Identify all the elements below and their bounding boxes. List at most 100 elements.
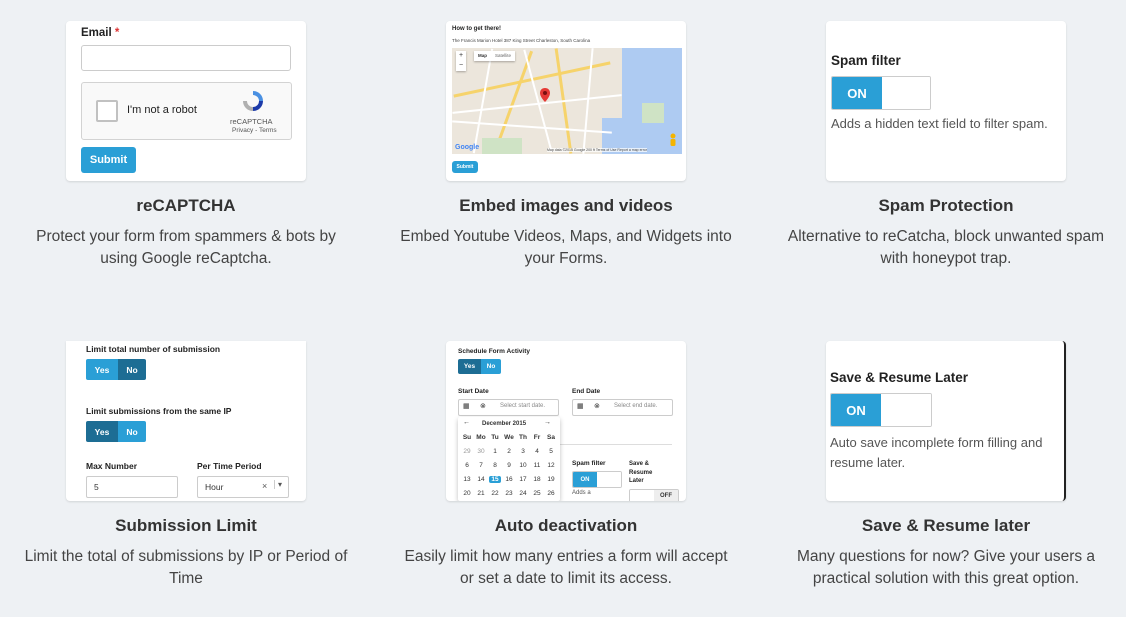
recaptcha-brand: reCAPTCHA xyxy=(230,117,273,126)
calendar-day[interactable]: 9 xyxy=(502,462,516,469)
satellite-tab[interactable]: Satellite xyxy=(491,51,515,61)
email-label: Email xyxy=(81,27,112,39)
no-option[interactable]: No xyxy=(481,359,501,374)
calendar-day[interactable]: 17 xyxy=(516,476,530,483)
calendar-day[interactable]: 25 xyxy=(530,490,544,497)
feature-description: Protect your form from spammers & bots b… xyxy=(36,228,336,267)
calendar-day[interactable]: 7 xyxy=(474,462,488,469)
map-zoom-in[interactable]: + xyxy=(456,51,466,61)
calendar-day[interactable]: 23 xyxy=(502,490,516,497)
calendar-day[interactable]: 19 xyxy=(544,476,558,483)
save-resume-toggle[interactable]: ON xyxy=(830,393,932,427)
start-date-label: Start Date xyxy=(458,388,489,395)
pegman-icon[interactable] xyxy=(669,133,677,147)
end-date-label: End Date xyxy=(572,388,601,395)
feature-description: Embed Youtube Videos, Maps, and Widgets … xyxy=(400,228,732,267)
clear-icon[interactable]: × xyxy=(262,481,267,491)
period-select[interactable]: Hour × ▾ xyxy=(197,476,289,498)
feature-description: Easily limit how many entries a form wil… xyxy=(404,548,728,587)
calendar-icon[interactable]: ▦ xyxy=(463,402,470,410)
submission-limit-preview-card: Limit total number of submission Yes No … xyxy=(66,341,306,501)
map-zoom-out[interactable]: − xyxy=(456,61,466,71)
start-date-placeholder: Select start date. xyxy=(500,403,546,409)
max-number-field[interactable]: 5 xyxy=(86,476,178,498)
calendar-day[interactable]: 11 xyxy=(530,462,544,469)
limit-total-toggle[interactable]: Yes No xyxy=(86,359,146,380)
spam-filter-toggle[interactable]: ON xyxy=(831,76,931,110)
embed-preview-card: How to get there! The Francis Marion Hot… xyxy=(446,21,686,181)
week-row: 6 7 8 9 10 11 12 xyxy=(460,462,558,469)
calendar-day[interactable]: 2 xyxy=(502,448,516,455)
submit-button[interactable]: Submit xyxy=(81,147,136,173)
clear-circle-icon[interactable]: ⊗ xyxy=(594,402,600,410)
calendar-day[interactable]: 5 xyxy=(544,448,558,455)
calendar-icon[interactable]: ▦ xyxy=(577,402,584,410)
auto-deactivation-preview-card: Schedule Form Activity Yes No Start Date… xyxy=(446,341,686,501)
calendar-day[interactable]: 20 xyxy=(460,490,474,497)
feature-title: Embed images and videos xyxy=(459,196,673,215)
start-date-field[interactable]: ▦ ⊗ Select start date. xyxy=(458,399,559,416)
toggle-off: OFF xyxy=(654,490,678,501)
submit-button[interactable]: Submit xyxy=(452,161,478,173)
no-option[interactable]: No xyxy=(118,359,146,380)
yes-option[interactable]: Yes xyxy=(458,359,481,374)
calendar-day[interactable]: 18 xyxy=(530,476,544,483)
end-date-field[interactable]: ▦ ⊗ Select end date. xyxy=(572,399,673,416)
feature-title: Submission Limit xyxy=(115,516,257,535)
calendar-day-selected[interactable]: 15 xyxy=(489,476,501,483)
calendar-day[interactable]: 10 xyxy=(516,462,530,469)
map-footer: Map data ©2015 Google 200 ft Terms of Us… xyxy=(547,148,647,152)
max-number-value: 5 xyxy=(94,482,99,492)
month-title[interactable]: December 2015 xyxy=(482,421,526,427)
recaptcha-checkbox[interactable] xyxy=(96,100,118,122)
no-option[interactable]: No xyxy=(118,421,146,442)
feature-title: Auto deactivation xyxy=(494,516,638,535)
embedded-map[interactable]: + − Map Satellite Google Map data ©2015 … xyxy=(452,48,682,154)
end-date-placeholder: Select end date. xyxy=(614,403,658,409)
calendar-day[interactable]: 30 xyxy=(474,448,488,455)
calendar-day[interactable]: 24 xyxy=(516,490,530,497)
toggle-on: ON xyxy=(831,394,881,426)
calendar-day[interactable]: 8 xyxy=(488,462,502,469)
clear-circle-icon[interactable]: ⊗ xyxy=(480,402,486,410)
map-tab[interactable]: Map xyxy=(474,51,491,61)
map-address: The Francis Marion Hotel 387 King Street… xyxy=(452,38,591,43)
calendar-day[interactable]: 22 xyxy=(488,490,502,497)
next-month-button[interactable]: → xyxy=(544,419,551,426)
spam-filter-hint: Adds a hidden text field to filter spam. xyxy=(831,116,1048,131)
toggle-knob xyxy=(881,394,931,426)
calendar-day[interactable]: 12 xyxy=(544,462,558,469)
chevron-down-icon[interactable]: ▾ xyxy=(274,480,282,489)
spam-filter-toggle[interactable]: ON xyxy=(572,471,622,488)
email-field[interactable] xyxy=(81,45,291,71)
week-row: 20 21 22 23 24 25 26 xyxy=(460,490,558,497)
calendar-day[interactable]: 14 xyxy=(474,476,488,483)
map-zoom-control: + − xyxy=(456,51,466,71)
calendar-day[interactable]: 21 xyxy=(474,490,488,497)
prev-month-button[interactable]: ← xyxy=(463,419,470,426)
calendar-day[interactable]: 16 xyxy=(502,476,516,483)
calendar-day[interactable]: 26 xyxy=(544,490,558,497)
calendar-day[interactable]: 4 xyxy=(530,448,544,455)
save-resume-toggle[interactable]: OFF xyxy=(629,489,679,501)
limit-total-label: Limit total number of submission xyxy=(86,344,221,354)
calendar-day[interactable]: 3 xyxy=(516,448,530,455)
calendar-day[interactable]: 6 xyxy=(460,462,474,469)
required-mark: * xyxy=(114,27,120,39)
calendar-day[interactable]: 13 xyxy=(460,476,474,483)
map-type-control: Map Satellite xyxy=(474,51,516,61)
map-pin-icon[interactable] xyxy=(540,88,550,102)
calendar-day[interactable]: 1 xyxy=(488,448,502,455)
limit-ip-label: Limit submissions from the same IP xyxy=(86,406,232,416)
recaptcha-links[interactable]: Privacy - Terms xyxy=(232,127,277,134)
yes-option[interactable]: Yes xyxy=(86,421,118,442)
schedule-toggle[interactable]: Yes No xyxy=(458,359,501,374)
save-resume-hint: Auto save incomplete form filling and re… xyxy=(830,435,1043,470)
feature-description: Limit the total of submissions by IP or … xyxy=(24,548,348,587)
calendar-day[interactable]: 29 xyxy=(460,448,474,455)
limit-ip-toggle[interactable]: Yes No xyxy=(86,421,146,442)
map-heading: How to get there! xyxy=(452,26,501,32)
week-row: 13 14 15 16 17 18 19 xyxy=(460,476,558,483)
toggle-knob xyxy=(882,77,930,109)
yes-option[interactable]: Yes xyxy=(86,359,118,380)
